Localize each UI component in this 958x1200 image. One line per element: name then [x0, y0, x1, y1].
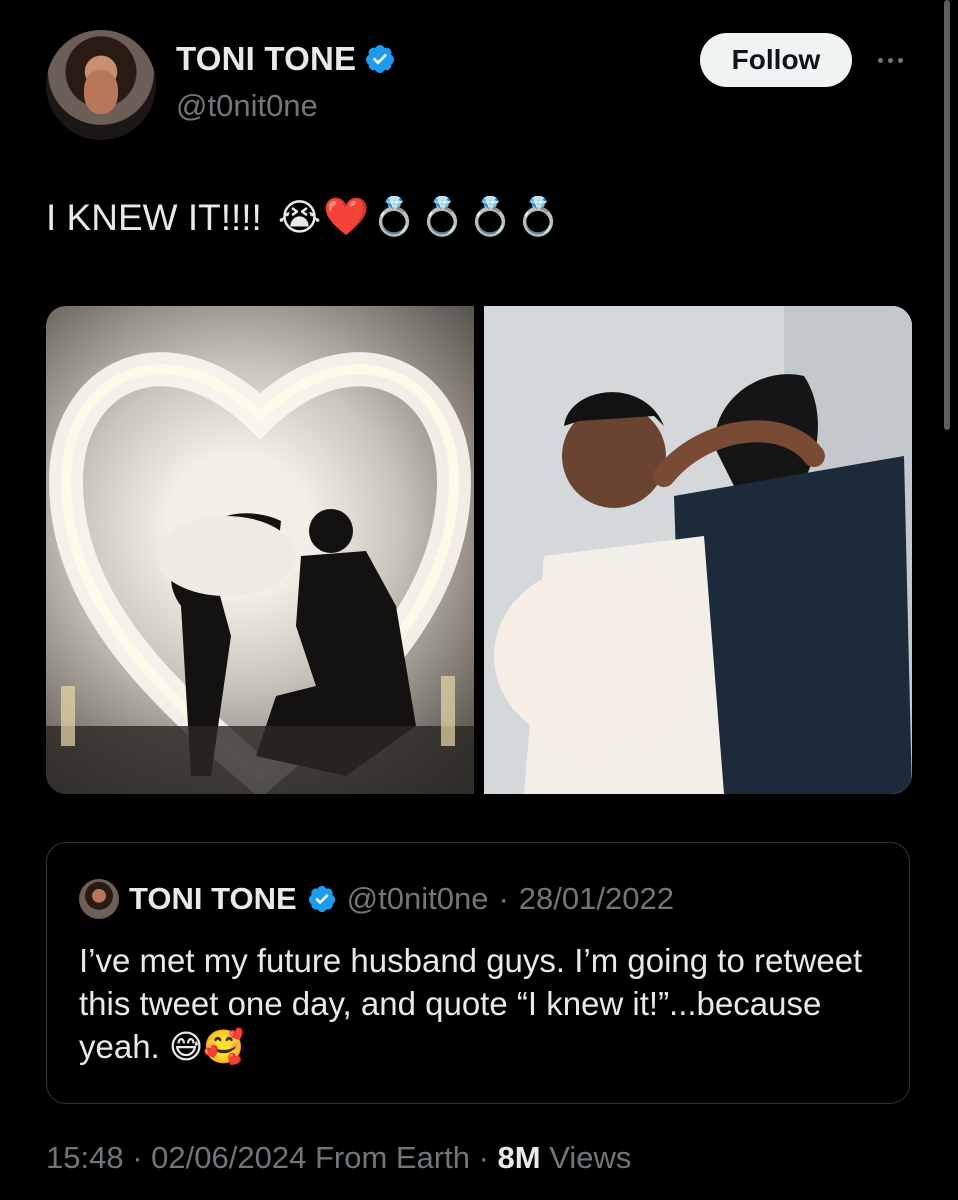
quoted-tweet-text: I’ve met my future husband guys. I’m goi…	[79, 942, 863, 1065]
red-heart-icon: ❤️	[323, 196, 370, 237]
verified-badge-icon	[308, 885, 335, 913]
author-name-row[interactable]: TONI TONE	[176, 40, 396, 78]
views-count[interactable]: 8M	[498, 1140, 541, 1175]
photo-proposal-silhouette[interactable]	[46, 306, 474, 794]
tweet-footer: 15:48 · 02/06/2024 From Earth · 8M Views	[46, 1140, 631, 1176]
tweet-text-content: I KNEW IT!!!!	[46, 196, 262, 238]
media-grid	[46, 306, 912, 794]
ring-icon: 💍	[371, 196, 418, 237]
quoted-author-avatar[interactable]	[79, 879, 119, 919]
author-avatar[interactable]	[46, 30, 156, 140]
quoted-author-name[interactable]: TONI TONE	[129, 881, 297, 917]
scrollbar-thumb[interactable]	[944, 0, 950, 430]
author-handle[interactable]: @t0nit0ne	[176, 88, 318, 124]
tweet-time[interactable]: 15:48	[46, 1140, 124, 1175]
quoted-tweet-card[interactable]: TONI TONE @t0nit0ne · 28/01/2022 I’ve me…	[46, 842, 910, 1104]
couple-illustration	[484, 306, 912, 794]
ring-icon: 💍	[467, 196, 514, 237]
tweet-emojis: 😭 ❤️ 💍 💍 💍 💍	[278, 196, 562, 239]
verified-badge-icon	[366, 45, 395, 73]
author-name[interactable]: TONI TONE	[176, 40, 356, 78]
quoted-author-handle[interactable]: @t0nit0ne	[347, 881, 489, 917]
quoted-tweet-date[interactable]: 28/01/2022	[519, 881, 674, 917]
loudly-crying-face-icon: 😭	[277, 197, 322, 238]
tweet-source: From Earth	[314, 1140, 470, 1175]
photo-couple-embrace[interactable]	[484, 306, 912, 794]
ring-icon: 💍	[419, 196, 466, 237]
ring-icon: 💍	[515, 196, 562, 237]
meta-separator: ·	[498, 881, 509, 916]
tweet-date[interactable]: 02/06/2024	[151, 1140, 306, 1175]
more-horizontal-icon[interactable]	[870, 40, 910, 80]
tweet-text: I KNEW IT!!!! 😭 ❤️ 💍 💍 💍 💍	[46, 196, 561, 239]
footer-separator: ·	[132, 1140, 143, 1175]
footer-separator: ·	[478, 1140, 489, 1175]
follow-button[interactable]: Follow	[700, 33, 852, 87]
views-label: Views	[549, 1140, 632, 1175]
proposal-illustration	[46, 352, 474, 794]
quoted-tweet-header: TONI TONE @t0nit0ne · 28/01/2022	[79, 879, 674, 919]
